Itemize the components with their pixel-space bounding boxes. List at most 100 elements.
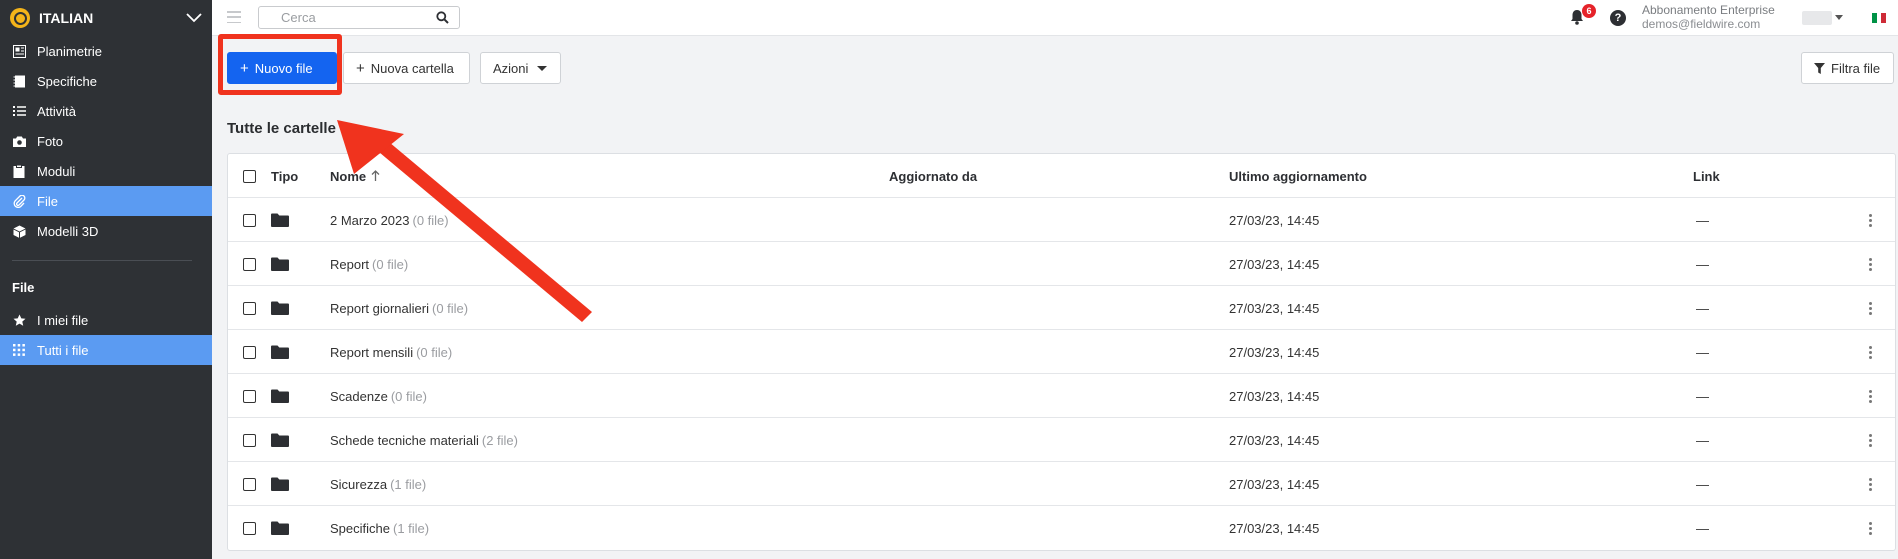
link-value: — [1696, 256, 1709, 272]
forms-icon [12, 164, 26, 178]
sidebar-item-i-miei-file[interactable]: I miei file [0, 305, 212, 335]
help-icon[interactable]: ? [1610, 10, 1626, 26]
camera-icon [12, 134, 26, 148]
sidebar-item-tutti-i-file[interactable]: Tutti i file [0, 335, 212, 365]
sidebar-section-title: File [12, 280, 35, 295]
last-updated: 27/03/23, 14:45 [1229, 476, 1320, 492]
row-checkbox[interactable] [243, 418, 256, 462]
last-updated: 27/03/23, 14:45 [1229, 300, 1320, 316]
link-value: — [1696, 476, 1709, 492]
sidebar-item-specifiche[interactable]: Specifiche [0, 66, 212, 96]
caret-down-icon[interactable] [1835, 15, 1843, 20]
more-options-icon[interactable] [1869, 330, 1872, 374]
paperclip-icon [12, 194, 26, 208]
sidebar-item-label: Planimetrie [37, 43, 103, 59]
folder-name-label: Scadenze [330, 388, 388, 404]
sidebar-item-label: Tutti i file [37, 342, 89, 358]
italian-flag-icon[interactable] [1872, 13, 1887, 23]
column-last-updated[interactable]: Ultimo aggiornamento [1229, 154, 1367, 198]
table-row[interactable]: Report giornalieri (0 file) 27/03/23, 14:… [228, 286, 1895, 330]
sidebar-item-moduli[interactable]: Moduli [0, 156, 212, 186]
hamburger-menu-icon[interactable] [227, 11, 241, 23]
table-row[interactable]: Report mensili (0 file) 27/03/23, 14:45 — [228, 330, 1895, 374]
tasks-icon [12, 104, 26, 118]
row-checkbox[interactable] [243, 506, 256, 550]
table-row[interactable]: Scadenze (0 file) 27/03/23, 14:45 — [228, 374, 1895, 418]
file-count: (0 file) [412, 212, 449, 228]
account-info[interactable]: Abbonamento Enterprise demos@fieldwire.c… [1642, 3, 1775, 31]
search-icon[interactable] [436, 11, 449, 27]
folder-name[interactable]: Sicurezza (1 file) [330, 462, 426, 506]
folder-name[interactable]: 2 Marzo 2023 (0 file) [330, 198, 449, 242]
more-options-icon[interactable] [1869, 198, 1872, 242]
row-checkbox[interactable] [243, 462, 256, 506]
more-options-icon[interactable] [1869, 418, 1872, 462]
sort-ascending-icon [371, 170, 380, 182]
more-options-icon[interactable] [1869, 242, 1872, 286]
actions-label: Azioni [493, 60, 529, 76]
table-row[interactable]: Schede tecniche materiali (2 file) 27/03/… [228, 418, 1895, 462]
sidebar-item-planimetrie[interactable]: Planimetrie [0, 36, 212, 66]
row-checkbox[interactable] [243, 374, 256, 418]
chevron-down-icon[interactable] [186, 10, 202, 26]
more-options-icon[interactable] [1869, 506, 1872, 550]
column-type[interactable]: Tipo [271, 154, 298, 198]
table-row[interactable]: Sicurezza (1 file) 27/03/23, 14:45 — [228, 462, 1895, 506]
last-updated: 27/03/23, 14:45 [1229, 388, 1320, 404]
column-link[interactable]: Link [1693, 154, 1720, 198]
sidebar: ITALIAN Planimetrie Specifiche Attività … [0, 0, 212, 559]
search-input[interactable] [281, 10, 421, 25]
folder-name[interactable]: Report mensili (0 file) [330, 330, 452, 374]
select-all-checkbox[interactable] [243, 154, 256, 198]
more-options-icon[interactable] [1869, 462, 1872, 506]
plans-icon [12, 44, 26, 58]
folder-name-label: Report mensili [330, 344, 414, 360]
sidebar-item-label: Specifiche [37, 73, 97, 89]
folder-name[interactable]: Report giornalieri (0 file) [330, 286, 468, 330]
search-box[interactable] [258, 6, 460, 29]
column-updated-by[interactable]: Aggiornato da [889, 154, 977, 198]
sidebar-item-foto[interactable]: Foto [0, 126, 212, 156]
sidebar-item-label: Modelli 3D [37, 223, 99, 239]
row-checkbox[interactable] [243, 198, 256, 242]
folder-name-label: Sicurezza [330, 476, 388, 492]
sidebar-item-label: Attività [37, 103, 77, 119]
flag-stripe-red [1881, 13, 1887, 23]
link-value: — [1696, 388, 1709, 404]
table-header: Tipo Nome Aggiornato da Ultimo aggiornam… [228, 154, 1895, 198]
avatar[interactable] [1802, 11, 1832, 25]
folder-name[interactable]: Schede tecniche materiali (2 file) [330, 418, 518, 462]
folder-name-label: Report giornalieri [330, 300, 429, 316]
table-row[interactable]: 2 Marzo 2023 (0 file) 27/03/23, 14:45 — [228, 198, 1895, 242]
actions-dropdown[interactable]: Azioni [480, 52, 561, 84]
row-checkbox[interactable] [243, 330, 256, 374]
sidebar-item-label: File [37, 193, 58, 209]
link-value: — [1696, 344, 1709, 360]
last-updated: 27/03/23, 14:45 [1229, 256, 1320, 272]
folder-icon [271, 462, 289, 506]
folder-name[interactable]: Scadenze (0 file) [330, 374, 427, 418]
column-name[interactable]: Nome [330, 154, 380, 198]
sidebar-item-label: Foto [37, 133, 64, 149]
link-value: — [1696, 520, 1709, 536]
plus-icon: + [356, 59, 365, 77]
row-checkbox[interactable] [243, 286, 256, 330]
filter-files-button[interactable]: Filtra file [1801, 52, 1894, 84]
sidebar-item-modelli-3d[interactable]: Modelli 3D [0, 216, 212, 246]
link-value: — [1696, 212, 1709, 228]
table-row[interactable]: Report (0 file) 27/03/23, 14:45 — [228, 242, 1895, 286]
file-count: (0 file) [432, 300, 469, 316]
project-switcher[interactable]: ITALIAN [0, 0, 212, 36]
row-checkbox[interactable] [243, 242, 256, 286]
folder-name[interactable]: Specifiche (1 file) [330, 506, 429, 550]
sidebar-item-attivita[interactable]: Attività [0, 96, 212, 126]
new-folder-button[interactable]: + Nuova cartella [343, 52, 470, 84]
notification-count-badge: 6 [1582, 4, 1596, 18]
sidebar-item-label: Moduli [37, 163, 76, 179]
sidebar-item-file[interactable]: File [0, 186, 212, 216]
cube-icon [12, 224, 26, 238]
more-options-icon[interactable] [1869, 286, 1872, 330]
folder-name[interactable]: Report (0 file) [330, 242, 408, 286]
more-options-icon[interactable] [1869, 374, 1872, 418]
table-row[interactable]: Specifiche (1 file) 27/03/23, 14:45 — [228, 506, 1895, 550]
